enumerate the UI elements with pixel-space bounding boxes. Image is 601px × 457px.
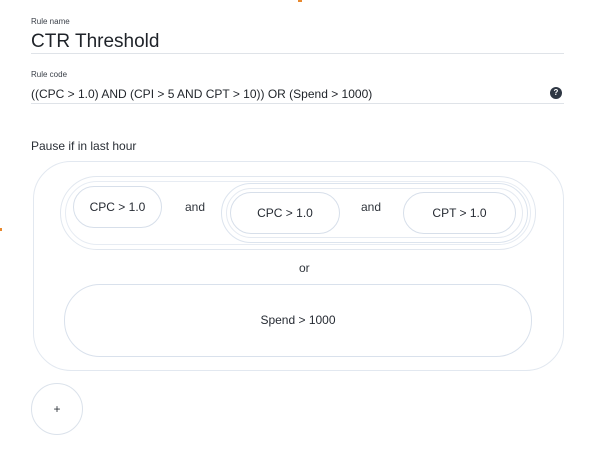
condition-spend[interactable]: Spend > 1000 [64,284,532,357]
rule-code-label: Rule code [31,70,68,79]
rule-name-label: Rule name [31,17,70,26]
top-edge-mark [298,0,302,2]
rule-code-input[interactable]: ((CPC > 1.0) AND (CPI > 5 AND CPT > 10))… [31,86,564,104]
or-joiner: or [299,261,310,275]
add-condition-button[interactable]: + [31,383,83,435]
left-edge-mark [0,228,2,231]
question-circle-icon[interactable]: ? [550,87,562,99]
nested-and-joiner: and [361,200,382,214]
condition-cpt[interactable]: CPT > 1.0 [403,192,516,234]
rule-builder-page: Rule name CTR Threshold Rule code ((CPC … [0,0,601,457]
condition-nested-cpc[interactable]: CPC > 1.0 [230,192,340,234]
pause-condition-title: Pause if in last hour [31,139,137,153]
condition-cpc[interactable]: CPC > 1.0 [73,186,162,228]
and-joiner: and [185,200,206,214]
rule-name-input[interactable]: CTR Threshold [31,31,564,54]
